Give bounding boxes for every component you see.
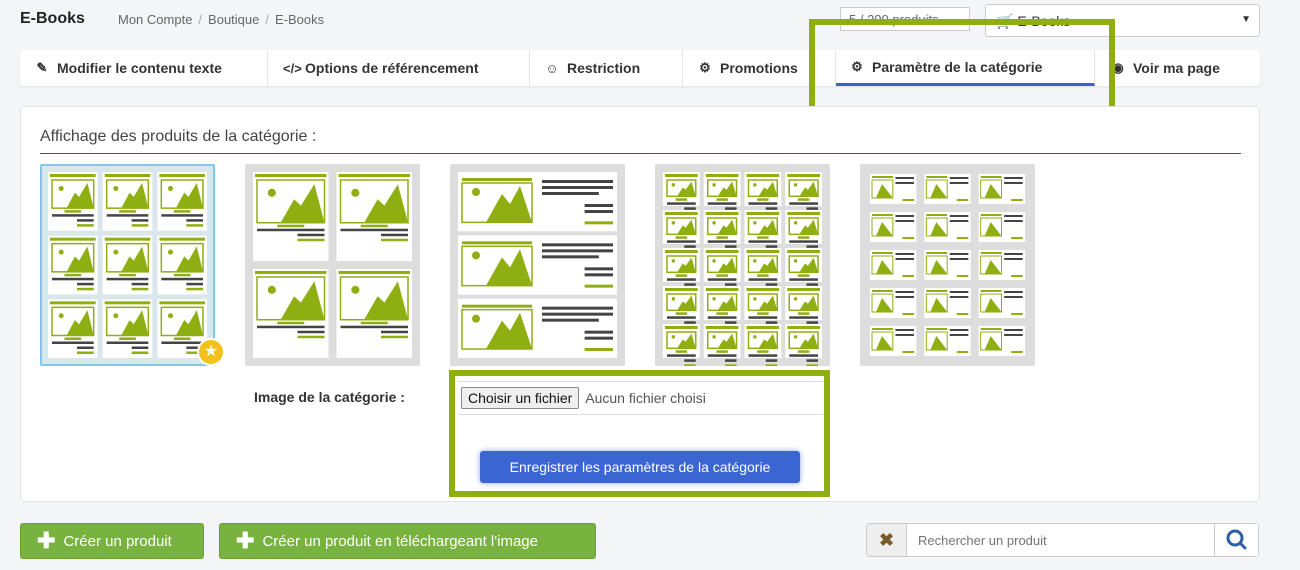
tab-seo-options[interactable]: </> Options de référencement: [268, 50, 530, 86]
close-icon: ✖: [878, 530, 895, 550]
tab-label: Restriction: [567, 60, 641, 76]
tab-label: Options de référencement: [305, 60, 479, 76]
code-icon: </>: [283, 60, 302, 76]
search-button[interactable]: [1214, 524, 1258, 556]
breadcrumb-separator: /: [265, 12, 269, 27]
plus-icon: ✚: [37, 528, 56, 553]
breadcrumb: Mon Compte / Boutique / E-Books: [118, 12, 324, 27]
divider: [40, 153, 1241, 154]
create-product-from-image-button[interactable]: ✚ Créer un produit en téléchargeant l'im…: [219, 523, 596, 559]
tab-label: Modifier le contenu texte: [57, 60, 222, 76]
layout-option-list-rows[interactable]: [450, 164, 625, 366]
gear-icon: ⚙: [699, 60, 711, 75]
tab-edit-text[interactable]: ✎ Modifier le contenu texte: [20, 50, 268, 86]
tab-restriction[interactable]: ☺ Restriction: [530, 50, 683, 86]
search-input[interactable]: [908, 524, 1215, 556]
layout-option-grid-3-columns[interactable]: ★: [40, 164, 225, 366]
breadcrumb-item-account[interactable]: Mon Compte: [118, 12, 192, 27]
panel-title: Affichage des produits de la catégorie :: [40, 128, 317, 145]
layout-preview-image: [48, 172, 207, 358]
layout-preview-image: [870, 174, 1025, 356]
breadcrumb-separator: /: [198, 12, 203, 27]
clear-search-button[interactable]: ✖: [867, 524, 907, 556]
layout-preview-image: [663, 172, 822, 366]
breadcrumb-item-shop[interactable]: Boutique: [208, 12, 259, 27]
category-image-label: Image de la catégorie :: [254, 389, 405, 405]
pencil-icon: ✎: [36, 60, 48, 75]
create-product-button[interactable]: ✚ Créer un produit: [20, 523, 204, 559]
highlight-box-form: [449, 370, 830, 497]
button-label: Créer un produit: [63, 532, 172, 550]
tab-label: Promotions: [720, 60, 798, 76]
star-icon: ★: [197, 338, 225, 366]
layout-option-grid-2-columns[interactable]: [245, 164, 420, 366]
breadcrumb-item-ebooks: E-Books: [275, 12, 325, 27]
search-icon: [1226, 529, 1247, 550]
layout-option-grid-4-columns[interactable]: [655, 164, 830, 366]
tab-label: Voir ma page: [1133, 60, 1220, 76]
button-label: Créer un produit en téléchargeant l'imag…: [262, 532, 538, 550]
layout-option-grid-compact[interactable]: [860, 164, 1035, 366]
page-title: E-Books: [20, 10, 85, 27]
layout-preview-image: [253, 172, 412, 358]
chevron-down-icon: ▼: [1241, 14, 1251, 25]
user-circle-icon: ☺: [545, 60, 559, 76]
layout-preview-image: [458, 172, 617, 358]
product-search: ✖: [866, 523, 1259, 557]
highlight-box-tab: [809, 19, 1115, 116]
plus-icon: ✚: [236, 528, 255, 553]
tab-view-page[interactable]: ◉ Voir ma page: [1095, 50, 1260, 86]
